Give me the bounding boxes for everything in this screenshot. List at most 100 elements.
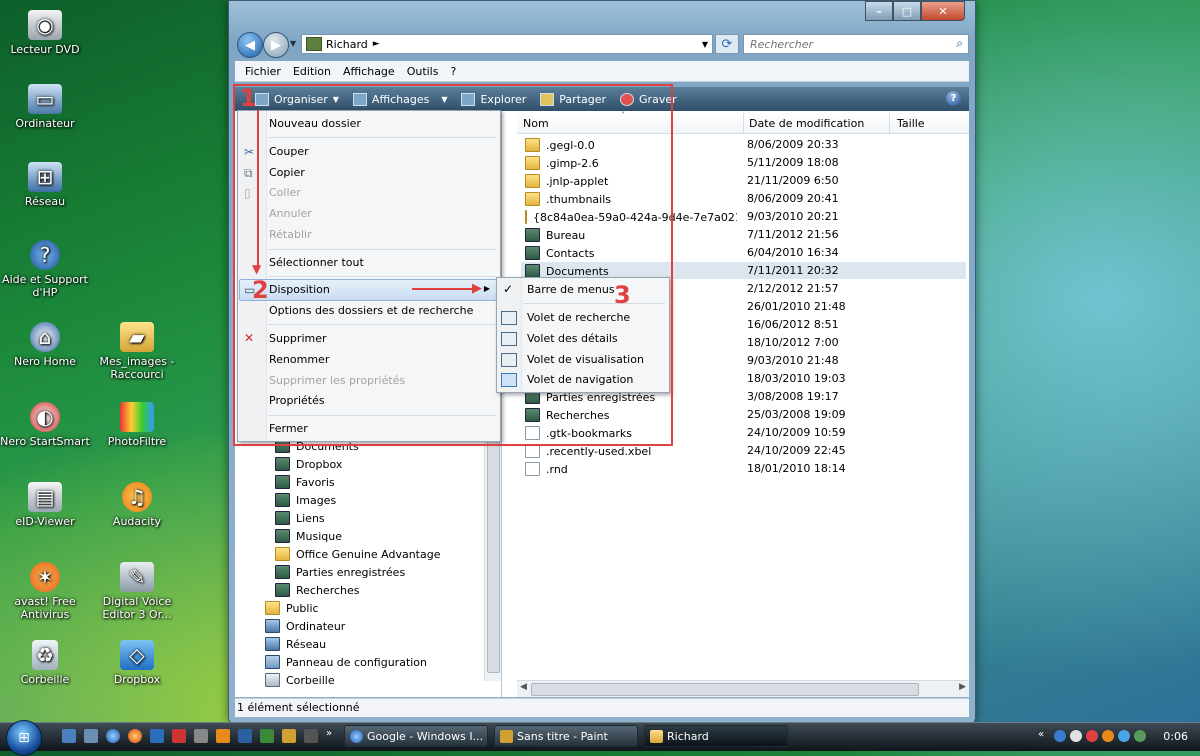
tree-item[interactable]: Panneau de configuration bbox=[265, 655, 427, 669]
tree-item[interactable]: Dropbox bbox=[275, 457, 342, 471]
annotation-step-2: 2 bbox=[252, 276, 269, 304]
desktop-icon-nero-startsmart[interactable]: ◐ Nero StartSmart bbox=[0, 402, 90, 448]
desktop-icon-voice-editor[interactable]: ✎ Digital Voice Editor 3 Or... bbox=[92, 562, 182, 621]
menu-edition[interactable]: Edition bbox=[293, 65, 331, 78]
show-desktop-icon[interactable] bbox=[62, 729, 76, 743]
library-folder-icon bbox=[275, 475, 290, 489]
switch-windows-icon[interactable] bbox=[84, 729, 98, 743]
menu-affichage[interactable]: Affichage bbox=[343, 65, 395, 78]
desktop-icon-photofiltre[interactable]: PhotoFiltre bbox=[92, 402, 182, 448]
recycle-bin-icon bbox=[265, 673, 280, 687]
tree-item[interactable]: Liens bbox=[275, 511, 325, 525]
taskbar-button-richard[interactable]: Richard bbox=[644, 725, 788, 747]
media-player-icon[interactable] bbox=[150, 729, 164, 743]
tree-item[interactable]: Office Genuine Advantage bbox=[275, 547, 440, 561]
menu-fichier[interactable]: Fichier bbox=[245, 65, 281, 78]
desktop-icon-nero-home[interactable]: ⌂ Nero Home bbox=[0, 322, 90, 368]
desktop-icon-dropbox[interactable]: ◇ Dropbox bbox=[92, 640, 182, 686]
desktop-icon-help[interactable]: ? Aide et Support d'HP bbox=[0, 240, 90, 299]
desktop-icon-mes-images[interactable]: ▰ Mes_images - Raccourci bbox=[92, 322, 182, 381]
menu-bar: Fichier Edition Affichage Outils ? bbox=[235, 61, 969, 82]
breadcrumb-chevron-icon[interactable]: ► bbox=[373, 39, 380, 49]
desktop-icon-dvd[interactable]: ◉ Lecteur DVD bbox=[0, 10, 90, 56]
taskbar-button-paint[interactable]: Sans titre - Paint bbox=[494, 725, 638, 747]
security-icon[interactable] bbox=[1086, 730, 1098, 742]
folder-icon bbox=[275, 547, 290, 561]
dropbox-tray-icon[interactable] bbox=[1118, 730, 1130, 742]
minimize-button[interactable]: – bbox=[865, 1, 893, 21]
address-row: ◀ ▶ ▼ Richard ► ▼ ⟳ ⌕ bbox=[235, 31, 969, 58]
network-status-icon[interactable] bbox=[1054, 730, 1066, 742]
refresh-button[interactable]: ⟳ bbox=[715, 34, 739, 54]
address-dropdown-icon[interactable]: ▼ bbox=[702, 40, 708, 49]
column-size[interactable]: Taille bbox=[897, 117, 925, 130]
taskbar-button-google[interactable]: Google - Windows I... bbox=[344, 725, 488, 747]
paint-icon[interactable] bbox=[282, 729, 296, 743]
voice-editor-icon: ✎ bbox=[120, 562, 154, 592]
tray-app-icon[interactable] bbox=[1134, 730, 1146, 742]
tree-item[interactable]: Public bbox=[265, 601, 319, 615]
internet-explorer-icon bbox=[350, 730, 363, 743]
tree-item[interactable]: Parties enregistrées bbox=[275, 565, 405, 579]
desktop-icon-recycle-bin[interactable]: ♻ Corbeille bbox=[0, 640, 90, 686]
tree-item[interactable]: Ordinateur bbox=[265, 619, 345, 633]
avast-tray-icon[interactable] bbox=[1102, 730, 1114, 742]
tree-item[interactable]: Favoris bbox=[275, 475, 335, 489]
excel-icon[interactable] bbox=[260, 729, 274, 743]
annotation-arrow-1 bbox=[257, 110, 259, 270]
back-button[interactable]: ◀ bbox=[237, 32, 263, 58]
document-icon bbox=[525, 444, 540, 458]
desktop-icon-network[interactable]: ⊞ Réseau bbox=[0, 162, 90, 208]
menu-help[interactable]: ? bbox=[450, 65, 456, 78]
computer-icon: ▭ bbox=[28, 84, 62, 114]
horizontal-scrollbar[interactable]: ◀ ▶ bbox=[517, 680, 969, 697]
desktop-icon-eid-viewer[interactable]: ▤ eID-Viewer bbox=[0, 482, 90, 528]
firefox-icon[interactable] bbox=[128, 729, 142, 743]
address-bar[interactable]: Richard ► ▼ bbox=[301, 34, 713, 54]
column-divider bbox=[889, 113, 890, 133]
dvd-drive-icon: ◉ bbox=[28, 10, 62, 40]
quicklaunch-app-icon[interactable] bbox=[194, 729, 208, 743]
tree-item[interactable]: Corbeille bbox=[265, 673, 335, 687]
scroll-left-icon[interactable]: ◀ bbox=[520, 682, 527, 692]
quicklaunch-app-icon[interactable] bbox=[304, 729, 318, 743]
quicklaunch-overflow-icon[interactable]: » bbox=[326, 728, 332, 739]
status-bar: 1 élément sélectionné bbox=[235, 698, 969, 717]
start-button[interactable]: ⊞ bbox=[6, 720, 42, 756]
desktop-icon-avast[interactable]: ✶ avast! Free Antivirus bbox=[0, 562, 90, 621]
computer-icon bbox=[265, 619, 280, 633]
quicklaunch-app-icon[interactable] bbox=[216, 729, 230, 743]
tree-item[interactable]: Images bbox=[275, 493, 336, 507]
tree-item[interactable]: Musique bbox=[275, 529, 342, 543]
volume-icon[interactable] bbox=[1070, 730, 1082, 742]
tray-expand-icon[interactable]: « bbox=[1038, 729, 1044, 740]
forward-button[interactable]: ▶ bbox=[263, 32, 289, 58]
tree-item[interactable]: Réseau bbox=[265, 637, 326, 651]
quicklaunch-app-icon[interactable] bbox=[172, 729, 186, 743]
taskbar: ⊞ » Google - Windows I... Sans titre - P… bbox=[0, 720, 1200, 756]
search-icon[interactable]: ⌕ bbox=[956, 36, 963, 51]
search-input[interactable] bbox=[748, 35, 942, 53]
breadcrumb[interactable]: Richard bbox=[326, 38, 368, 51]
internet-explorer-icon[interactable] bbox=[106, 729, 120, 743]
annotation-step-3: 3 bbox=[614, 281, 631, 309]
scroll-right-icon[interactable]: ▶ bbox=[959, 682, 966, 692]
desktop-icon-computer[interactable]: ▭ Ordinateur bbox=[0, 84, 90, 130]
annotation-box bbox=[233, 84, 673, 446]
window-controls: – □ ✕ bbox=[865, 1, 965, 21]
desktop-icon-audacity[interactable]: ♫ Audacity bbox=[92, 482, 182, 528]
maximize-button[interactable]: □ bbox=[893, 1, 921, 21]
network-icon: ⊞ bbox=[28, 162, 62, 192]
word-icon[interactable] bbox=[238, 729, 252, 743]
folder-shortcut-icon: ▰ bbox=[120, 322, 154, 352]
scrollbar-thumb[interactable] bbox=[531, 683, 919, 696]
audacity-icon: ♫ bbox=[122, 482, 152, 512]
column-date[interactable]: Date de modification bbox=[749, 117, 864, 130]
history-dropdown-icon[interactable]: ▼ bbox=[290, 39, 296, 48]
tree-item[interactable]: Recherches bbox=[275, 583, 360, 597]
help-button[interactable]: ? bbox=[946, 91, 961, 106]
clock[interactable]: 0:06 bbox=[1163, 730, 1188, 743]
menu-outils[interactable]: Outils bbox=[407, 65, 439, 78]
library-folder-icon bbox=[275, 529, 290, 543]
close-button[interactable]: ✕ bbox=[921, 1, 965, 21]
